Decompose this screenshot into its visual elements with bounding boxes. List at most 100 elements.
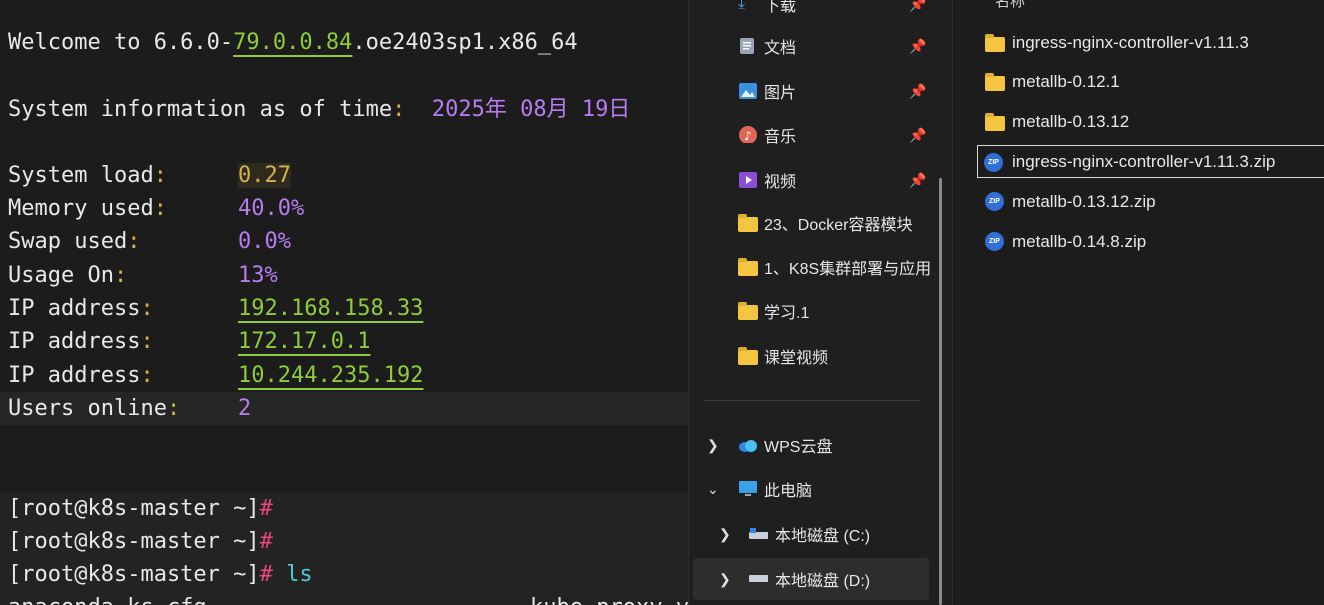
ip-value-2: 172.17.0.1 [238, 325, 370, 358]
nav-divider [705, 400, 919, 401]
prompt-text: [root@k8s-master ~] [8, 562, 260, 587]
nav-item-music[interactable]: ♪ 音乐 📌 [689, 115, 939, 155]
file-row[interactable]: ZIP metallb-0.13.12.zip [979, 185, 1324, 218]
pin-icon[interactable]: 📌 [909, 38, 926, 55]
row-label: IP address [8, 329, 141, 354]
file-name: metallb-0.13.12.zip [1012, 191, 1156, 211]
nav-item-videos[interactable]: 视频 📌 [689, 160, 939, 200]
row-value: 192.168.158.33 [238, 296, 424, 321]
pin-icon[interactable]: 📌 [909, 172, 926, 189]
drive-c-icon [749, 528, 768, 539]
file-name: metallb-0.14.8.zip [1012, 231, 1147, 251]
usage-value: 13% [238, 259, 278, 292]
users-online-value: 2 [238, 392, 251, 425]
nav-item-label: 1、K8S集群部署与应用 [764, 261, 932, 278]
users-online-row: Users online: [8, 396, 181, 421]
folder-icon [738, 258, 758, 276]
system-load-row: System load: [8, 163, 167, 188]
file-name: ingress-nginx-controller-v1.11.3 [1012, 32, 1249, 52]
sysinfo-date: 2025年 08月 19日 [431, 97, 631, 122]
folder-icon [738, 302, 758, 320]
row-label: Swap used [8, 229, 128, 254]
video-icon [739, 172, 757, 188]
nav-item-study-folder[interactable]: 学习.1 [689, 291, 939, 331]
nav-item-label: 视频 [764, 174, 797, 191]
nav-item-downloads[interactable]: ⤓ 下载 📌 [689, 0, 939, 24]
nav-item-drive-c[interactable]: ❯ 本地磁盘 (C:) [689, 514, 939, 554]
pin-icon[interactable]: 📌 [909, 0, 926, 13]
file-row[interactable]: ZIP metallb-0.14.8.zip [979, 225, 1324, 258]
ls-item: anaconda-ks.cfg [8, 595, 207, 605]
pin-icon[interactable]: 📌 [909, 83, 926, 100]
row-value: 0.27 [238, 163, 291, 188]
nav-item-label: 本地磁盘 (C:) [775, 528, 871, 545]
nav-item-wps-cloud[interactable]: ❯ WPS云盘 [689, 425, 939, 465]
nav-item-class-video-folder[interactable]: 课堂视频 [689, 336, 939, 376]
nav-item-label: 课堂视频 [764, 350, 829, 367]
row-label: Memory used [8, 196, 154, 221]
prompt-text: [root@k8s-master ~] [8, 529, 260, 554]
row-label: IP address [8, 363, 141, 388]
ls-item: kube-proxy.yaml [530, 595, 688, 605]
nav-item-docker-folder[interactable]: 23、Docker容器模块 [689, 203, 939, 243]
monitor-icon [739, 481, 757, 496]
row-label: Users online [8, 396, 167, 421]
zip-archive-icon: ZIP [984, 153, 1003, 172]
nav-item-drive-d[interactable]: ❯ 本地磁盘 (D:) [693, 558, 929, 600]
chevron-right-icon[interactable]: ❯ [719, 526, 731, 543]
pin-icon[interactable]: 📌 [909, 127, 926, 144]
terminal-window[interactable]: Welcome to 6.6.0-79.0.0.84.oe2403sp1.x86… [0, 0, 688, 605]
nav-item-label: 此电脑 [764, 483, 813, 500]
file-name: metallb-0.13.12 [1012, 111, 1130, 131]
nav-item-k8s-folder[interactable]: 1、K8S集群部署与应用 [689, 247, 939, 287]
picture-icon [739, 83, 757, 99]
nav-scrollbar[interactable] [939, 178, 942, 605]
prompt-line-3: [root@k8s-master ~]# ls [8, 558, 313, 591]
explorer-file-list[interactable]: 名称 ingress-nginx-controller-v1.11.3 meta… [952, 0, 1324, 605]
document-icon [740, 38, 754, 54]
nav-item-label: 下载 [764, 0, 797, 15]
name-column-header[interactable]: 名称 [995, 0, 1025, 11]
system-load-value: 0.27 [238, 159, 291, 192]
sysinfo-label: System information as of time [8, 97, 393, 122]
file-row[interactable]: metallb-0.13.12 [979, 105, 1324, 138]
file-name: metallb-0.12.1 [1012, 71, 1120, 91]
chevron-right-icon[interactable]: ❯ [707, 437, 719, 454]
row-value: 13% [238, 263, 278, 288]
ls-output-partial: anaconda-ks.cfg [8, 591, 207, 605]
welcome-line: Welcome to 6.6.0-79.0.0.84.oe2403sp1.x86… [8, 26, 578, 59]
file-row[interactable]: metallb-0.12.1 [979, 65, 1324, 98]
row-value: 40.0% [238, 196, 305, 221]
folder-icon [738, 347, 758, 365]
ip-value-3: 10.244.235.192 [238, 359, 423, 392]
swap-value: 0.0% [238, 225, 291, 258]
nav-item-label: 音乐 [764, 129, 797, 146]
file-name: ingress-nginx-controller-v1.11.3.zip [1012, 151, 1276, 171]
folder-icon [738, 214, 758, 232]
nav-item-label: 图片 [764, 85, 797, 102]
swap-row: Swap used: [8, 229, 141, 254]
sysinfo-line: System information as of time: 2025年 08月… [8, 97, 631, 122]
nav-item-label: 本地磁盘 (D:) [775, 573, 871, 590]
row-value: 172.17.0.1 [238, 329, 371, 354]
nav-item-this-pc[interactable]: ⌄ 此电脑 [689, 469, 939, 509]
prompt-hash: # [259, 562, 273, 587]
nav-item-label: 文档 [764, 40, 797, 57]
folder-icon [985, 113, 1005, 131]
file-row[interactable]: ingress-nginx-controller-v1.11.3 [979, 26, 1324, 59]
welcome-prefix: Welcome to 6.6.0- [8, 30, 234, 55]
cloud-icon [739, 440, 757, 452]
chevron-right-icon[interactable]: ❯ [719, 571, 731, 588]
prompt-text: [root@k8s-master ~] [8, 496, 260, 521]
chevron-down-icon[interactable]: ⌄ [707, 481, 719, 498]
nav-item-pictures[interactable]: 图片 📌 [689, 71, 939, 111]
nav-item-label: 学习.1 [764, 305, 810, 322]
row-value: 0.0% [238, 229, 291, 254]
ip-row-2: IP address: [8, 329, 154, 354]
file-row-selected[interactable]: ZIP ingress-nginx-controller-v1.11.3.zip [977, 145, 1324, 178]
download-icon: ⤓ [738, 0, 746, 12]
zip-archive-icon: ZIP [985, 192, 1004, 211]
explorer-nav-pane[interactable]: ⤓ 下载 📌 文档 📌 图片 📌 ♪ 音乐 📌 视频 📌 23、Docker容器… [688, 0, 952, 605]
nav-item-label: 23、Docker容器模块 [764, 217, 913, 234]
nav-item-documents[interactable]: 文档 📌 [689, 26, 939, 66]
